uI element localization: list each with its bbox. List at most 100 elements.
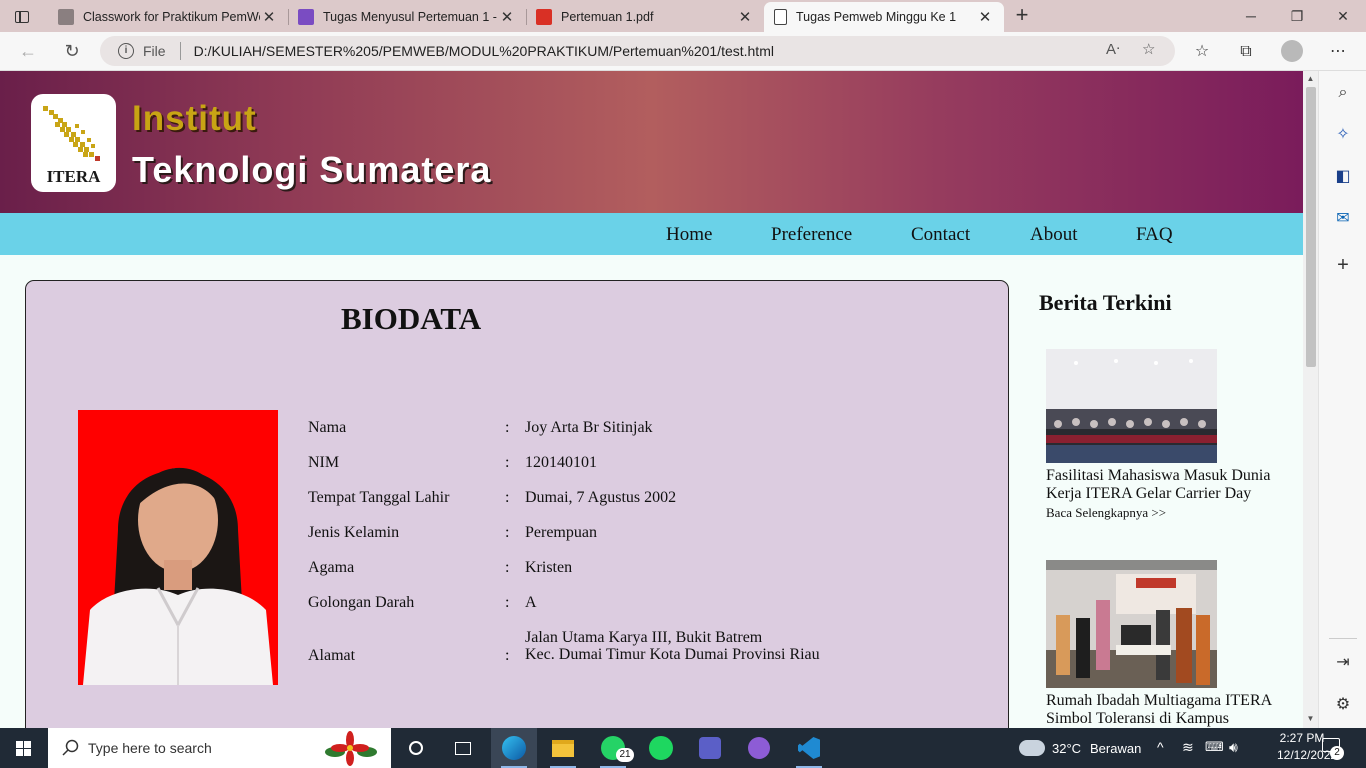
news-image-2[interactable] [1046,560,1217,688]
biodata-row-nama: Nama : Joy Arta Br Sitinjak [308,419,948,439]
taskbar-search[interactable]: Type here to search [48,728,391,768]
row-value: Perempuan [525,524,597,541]
nav-about[interactable]: About [1030,224,1078,246]
tab-bar: Classwork for Praktikum PemWeb ✕ Tugas M… [0,0,1366,32]
volume-icon[interactable]: 🔊︎ [1229,739,1238,756]
wifi-icon[interactable]: ≋ [1182,739,1194,756]
row-colon: : [505,524,510,541]
scroll-down-icon[interactable]: ▼ [1306,714,1315,723]
minimize-button[interactable]: ─ [1228,4,1274,28]
news-image-1[interactable] [1046,349,1217,463]
row-label: Tempat Tanggal Lahir [308,489,450,506]
notification-count: 2 [1330,746,1344,760]
row-value: Jalan Utama Karya III, Bukit Batrem [525,629,763,646]
info-icon[interactable]: i [118,43,134,59]
github-desktop-button[interactable] [736,728,782,768]
collections-icon[interactable]: ⧉ [1234,40,1258,64]
nav-faq[interactable]: FAQ [1136,224,1173,246]
biodata-row-ttl: Tempat Tanggal Lahir : Dumai, 7 Agustus … [308,489,948,509]
whatsapp-button[interactable]: 21 [590,728,636,768]
more-icon[interactable]: ⋯ [1326,40,1350,64]
notification-center-button[interactable]: 2 [1322,738,1344,760]
search-icon [62,739,79,756]
back-button[interactable]: ← [16,40,40,64]
row-label: Nama [308,419,347,436]
outlook-icon[interactable]: ✉ [1331,207,1355,231]
refresh-button[interactable]: ↻ [60,40,84,64]
weather-temp[interactable]: 32°C [1052,741,1081,756]
tray-chevron-icon[interactable]: ^ [1157,739,1164,755]
read-more-link[interactable]: Baca Selengkapnya >> [1046,505,1166,521]
omnibox[interactable]: i File D:/KULIAH/SEMESTER%205/PEMWEB/MOD… [100,36,1175,66]
profile-photo [78,410,278,685]
url-text[interactable]: D:/KULIAH/SEMESTER%205/PEMWEB/MODUL%20PR… [194,43,774,59]
start-button[interactable] [0,728,48,768]
read-aloud-icon[interactable]: Aᐧ [1106,40,1120,58]
row-label: Golongan Darah [308,594,415,611]
close-icon[interactable]: ✕ [976,8,994,26]
tab-tugas-menyusul[interactable]: Tugas Menyusul Pertemuan 1 - 6 ✕ [288,2,526,32]
close-icon[interactable]: ✕ [736,8,754,26]
restore-button[interactable]: ❐ [1274,4,1320,28]
news-caption-2[interactable]: Rumah Ibadah Multiagama ITERA Simbol Tol… [1046,692,1296,728]
folder-icon [552,739,574,757]
file-explorer-button[interactable] [540,728,586,768]
clock-date[interactable]: 12/12/2022 [1277,748,1337,762]
news-title: Berita Terkini [1039,290,1172,315]
tab-title: Classwork for Praktikum PemWeb [83,10,260,24]
scroll-up-icon[interactable]: ▲ [1306,74,1315,83]
site-header: ITERA Institut Teknologi Sumatera [0,71,1303,213]
weather-condition[interactable]: Berawan [1090,741,1141,756]
row-value: A [525,594,537,611]
profile-avatar[interactable] [1281,40,1303,62]
github-icon [748,737,770,759]
discover-icon[interactable]: ✧ [1331,123,1355,147]
vscode-button[interactable] [786,728,832,768]
hide-sidebar-icon[interactable]: ⇥ [1331,651,1355,675]
weather-cloud-icon[interactable] [1019,740,1045,756]
close-window-button[interactable]: ✕ [1320,4,1366,28]
task-view-icon[interactable] [440,728,486,768]
site-nav: Home Preference Contact About FAQ [0,213,1303,255]
clock-time[interactable]: 2:27 PM [1277,731,1327,745]
add-favorite-icon[interactable]: ☆ [1142,40,1155,58]
new-tab-button[interactable]: + [1010,4,1034,28]
tab-tugas-pemweb[interactable]: Tugas Pemweb Minggu Ke 1 ✕ [764,2,1004,32]
add-app-icon[interactable]: + [1331,253,1355,277]
tab-actions-button[interactable] [8,6,36,28]
search-icon[interactable]: ⌕ [1331,81,1355,105]
scroll-thumb[interactable] [1306,87,1316,367]
spotify-button[interactable] [638,728,684,768]
favorites-icon[interactable]: ☆ [1190,40,1214,64]
settings-icon[interactable]: ⚙ [1331,693,1355,717]
page-scrollbar[interactable]: ▲ ▼ [1303,71,1318,728]
tab-classwork[interactable]: Classwork for Praktikum PemWeb ✕ [48,2,288,32]
row-colon: : [505,647,510,664]
nav-home[interactable]: Home [666,224,712,246]
row-value: 120140101 [525,454,597,471]
tab-pertemuan-pdf[interactable]: Pertemuan 1.pdf ✕ [526,2,764,32]
tab-title: Tugas Menyusul Pertemuan 1 - 6 [323,10,498,24]
brand-title-line2: Teknologi Sumatera [132,149,492,190]
biodata-row-goldar: Golongan Darah : A [308,594,948,614]
row-label: Jenis Kelamin [308,524,400,541]
teams-button[interactable] [687,728,733,768]
close-icon[interactable]: ✕ [498,8,516,26]
edge-taskbar-button[interactable] [491,728,537,768]
logo-text: ITERA [46,167,101,186]
edge-icon [502,736,526,760]
nav-preference[interactable]: Preference [771,224,852,246]
office-icon[interactable]: ◧ [1331,165,1355,189]
row-value: Joy Arta Br Sitinjak [525,419,653,436]
news-caption-line: Kerja ITERA Gelar Carrier Day [1046,485,1252,502]
news-caption-line: Fasilitasi Mahasiswa Masuk Dunia [1046,467,1271,484]
row-label: Alamat [308,647,356,664]
close-icon[interactable]: ✕ [260,8,278,26]
news-caption-1[interactable]: Fasilitasi Mahasiswa Masuk Dunia Kerja I… [1046,467,1296,503]
row-colon: : [505,419,510,436]
input-language-icon[interactable]: ⌨ [1205,739,1224,755]
tab-title: Pertemuan 1.pdf [561,10,654,24]
nav-contact[interactable]: Contact [911,224,970,246]
task-view-button[interactable] [393,728,439,768]
document-icon [774,9,787,25]
